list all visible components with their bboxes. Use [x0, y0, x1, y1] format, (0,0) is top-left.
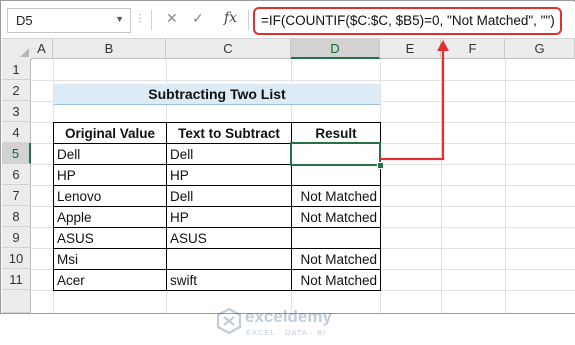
sheet-title[interactable]: Subtracting Two List — [54, 84, 380, 105]
row-header-11[interactable]: 11 — [2, 269, 31, 290]
table-line — [53, 227, 381, 228]
active-cell-d5[interactable] — [290, 142, 381, 166]
formula-text: =IF(COUNTIF($C:$C, $B5)=0, "Not Matched"… — [261, 13, 555, 28]
row-header-7[interactable]: 7 — [2, 185, 31, 206]
divider — [248, 10, 249, 30]
table-line — [53, 248, 381, 249]
column-header-g[interactable]: G — [505, 39, 575, 59]
row-header-8[interactable]: 8 — [2, 206, 31, 227]
column-header-c[interactable]: C — [166, 39, 291, 59]
watermark-tagline: EXCEL · DATA · BI — [246, 328, 327, 337]
gridline — [505, 59, 506, 313]
row-header-9[interactable]: 9 — [2, 227, 31, 248]
function-icon[interactable]: fx — [224, 10, 237, 26]
table-line — [53, 185, 381, 186]
name-box-value: D5 — [16, 13, 33, 28]
row-header-1[interactable]: 1 — [2, 59, 31, 80]
column-header-d[interactable]: D — [291, 39, 380, 59]
worksheet-grid[interactable]: A B C D E F G 1 2 3 4 5 6 7 8 9 10 11 Su… — [2, 39, 575, 337]
cancel-icon[interactable]: ✕ — [166, 10, 178, 27]
divider — [151, 10, 152, 30]
row-header-5[interactable]: 5 — [2, 143, 31, 164]
enter-icon[interactable]: ✓ — [192, 10, 204, 27]
row-header-6[interactable]: 6 — [2, 164, 31, 185]
more-options-icon[interactable]: ⋮ — [135, 13, 146, 24]
select-all-icon[interactable] — [2, 39, 32, 60]
row-header-3[interactable]: 3 — [2, 101, 31, 122]
spreadsheet-window: D5 ▼ ⋮ ✕ ✓ fx =IF(COUNTIF($C:$C, $B5)=0,… — [0, 0, 575, 337]
table-line — [53, 269, 381, 270]
row-header-2[interactable]: 2 — [2, 80, 31, 101]
column-header-e[interactable]: E — [380, 39, 441, 59]
watermark-name: exceldemy — [245, 307, 332, 326]
formula-bar: D5 ▼ ⋮ ✕ ✓ fx =IF(COUNTIF($C:$C, $B5)=0,… — [2, 2, 575, 39]
name-box[interactable]: D5 ▼ — [7, 8, 131, 33]
dropdown-arrow-icon[interactable]: ▼ — [115, 14, 124, 24]
row-header-4[interactable]: 4 — [2, 122, 31, 143]
column-header-f[interactable]: F — [441, 39, 505, 59]
fill-handle[interactable] — [377, 162, 384, 169]
row-header-12[interactable] — [2, 290, 31, 313]
gridline — [31, 80, 575, 81]
column-header-b[interactable]: B — [53, 39, 166, 59]
table-line — [53, 206, 381, 207]
column-header-a[interactable]: A — [31, 39, 53, 59]
row-header-10[interactable]: 10 — [2, 248, 31, 269]
exceldemy-watermark: exceldemy EXCEL · DATA · BI — [217, 307, 372, 345]
exceldemy-logo-icon — [217, 308, 241, 334]
gridline — [441, 59, 442, 313]
formula-input[interactable]: =IF(COUNTIF($C:$C, $B5)=0, "Not Matched"… — [253, 7, 562, 35]
